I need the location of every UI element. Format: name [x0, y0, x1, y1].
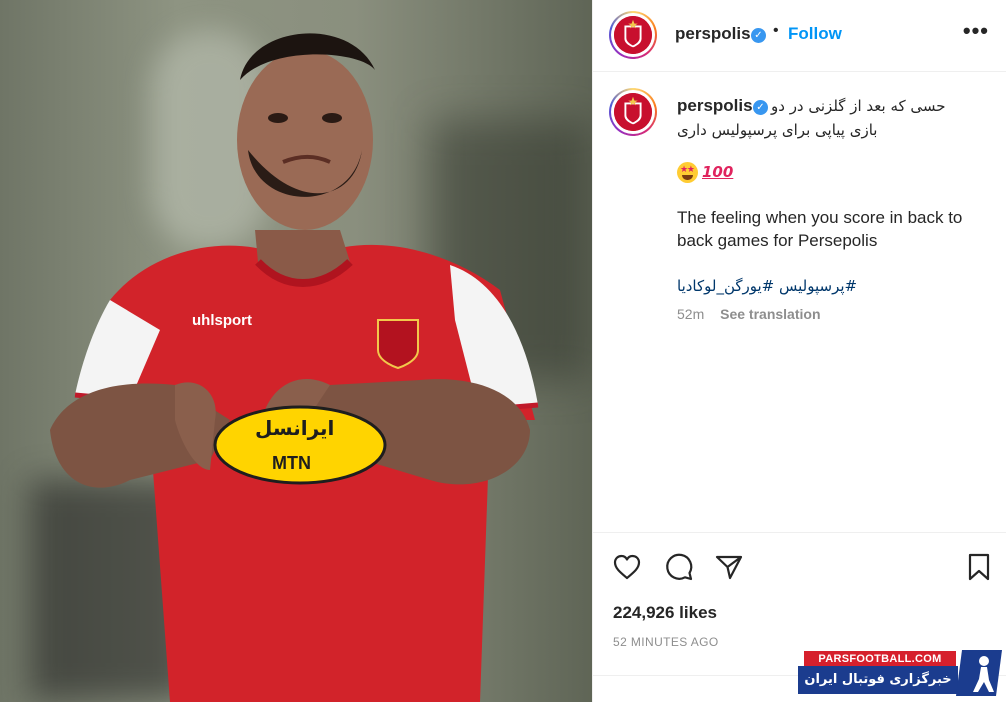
verified-check-icon: ✓ — [753, 100, 768, 115]
heart-icon[interactable] — [611, 551, 643, 583]
sponsor-persian-label: ایرانسل — [255, 416, 335, 440]
caption-persian-line-1: حسی که بعد از گلزنی در دو — [771, 97, 946, 115]
verified-check-icon: ✓ — [751, 28, 766, 43]
verified-badge: ✓ — [747, 26, 766, 44]
likes-count[interactable]: 224,926 likes — [613, 603, 717, 623]
post-panel: perspolis ✓ • Follow ••• perspolis ✓ حسی… — [592, 0, 1006, 702]
watermark-persian: خبرگزاری فوتبال ایران — [798, 666, 958, 694]
caption-time: 52m — [677, 306, 705, 322]
star-struck-emoji-icon — [677, 162, 698, 183]
club-logo-icon — [614, 16, 652, 54]
avatar[interactable] — [609, 88, 657, 136]
avatar[interactable] — [609, 11, 657, 59]
player-illustration — [50, 33, 539, 702]
caption-section: perspolis ✓ حسی که بعد از گلزنی در دو با… — [593, 72, 1006, 532]
bookmark-icon[interactable] — [963, 551, 995, 583]
post-header: perspolis ✓ • Follow ••• — [593, 0, 1006, 72]
share-icon[interactable] — [713, 551, 745, 583]
caption-persian-line-2: بازی پیاپی برای پرسپولیس داری — [677, 121, 878, 139]
separator-dot: • — [773, 22, 779, 39]
jersey-brand-label: uhlsport — [192, 312, 252, 329]
watermark-site: PARSFOOTBALL.COM — [804, 651, 956, 667]
parsfootball-logo-icon — [956, 650, 1002, 696]
post-photo[interactable]: uhlsport ایرانسل MTN — [0, 0, 592, 702]
caption-username-link[interactable]: perspolis — [677, 96, 753, 116]
caption-hashtags[interactable]: #پرسپولیس #یورگن_لوکادیا — [677, 277, 857, 295]
username-link[interactable]: perspolis — [675, 24, 751, 44]
follow-button[interactable]: Follow — [788, 24, 842, 44]
caption-english-text: The feeling when you score in back to ba… — [677, 208, 963, 250]
post-timestamp[interactable]: 52 MINUTES AGO — [613, 635, 719, 649]
comment-icon[interactable] — [663, 551, 695, 583]
verified-badge: ✓ — [749, 98, 768, 116]
caption-meta: 52m See translation — [677, 306, 821, 322]
caption-emojis: 100 — [677, 162, 733, 183]
more-options-icon[interactable]: ••• — [963, 18, 989, 44]
see-translation-button[interactable]: See translation — [720, 306, 820, 322]
parsfootball-watermark: PARSFOOTBALL.COM خبرگزاری فوتبال ایران — [798, 648, 1004, 698]
sponsor-label: MTN — [272, 453, 311, 473]
hundred-points-emoji-icon: 100 — [702, 163, 734, 181]
club-logo-icon — [614, 93, 652, 131]
